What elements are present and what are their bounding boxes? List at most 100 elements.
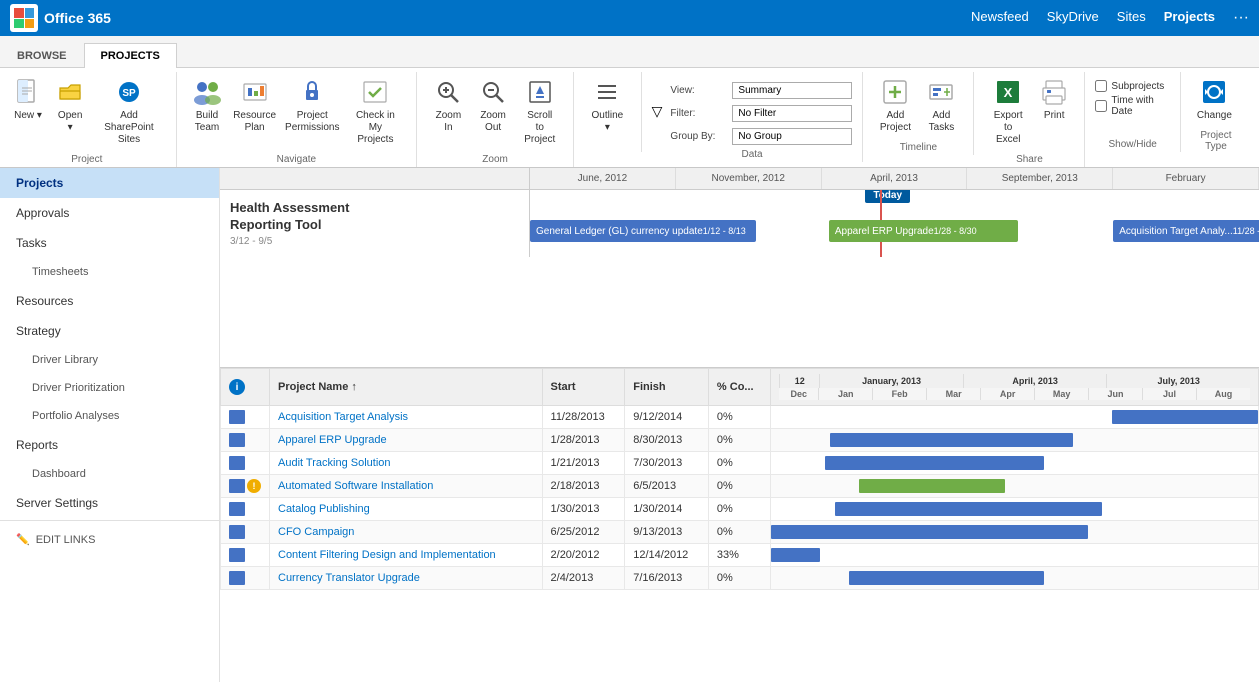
row-name-cell[interactable]: Currency Translator Upgrade (270, 567, 543, 590)
row-name-cell[interactable]: Acquisition Target Analysis (270, 406, 543, 429)
group-select[interactable]: No Group (732, 128, 852, 145)
project-link[interactable]: Currency Translator Upgrade (278, 572, 420, 584)
sidebar-item-portfolio-analyses[interactable]: Portfolio Analyses (0, 402, 219, 430)
ribbon-share-items: X Export toExcel Print (984, 72, 1074, 150)
col-project-name[interactable]: Project Name ↑ (270, 369, 543, 406)
nav-sites[interactable]: Sites (1117, 9, 1146, 27)
outline-button[interactable]: Outline ▾ (584, 72, 631, 138)
sidebar-separator (0, 520, 219, 521)
sidebar-item-driver-library[interactable]: Driver Library (0, 346, 219, 374)
add-sharepoint-button[interactable]: SP Add SharePointSites (92, 72, 165, 150)
nav-more[interactable]: ··· (1233, 9, 1249, 27)
project-link[interactable]: Acquisition Target Analysis (278, 411, 408, 423)
sidebar-item-approvals[interactable]: Approvals (0, 198, 219, 228)
col-finish[interactable]: Finish (625, 369, 709, 406)
project-link[interactable]: Audit Tracking Solution (278, 457, 391, 469)
sidebar-item-resources[interactable]: Resources (0, 286, 219, 316)
svg-text:X: X (1004, 85, 1013, 100)
project-link[interactable]: Automated Software Installation (278, 480, 433, 492)
col-start[interactable]: Start (542, 369, 625, 406)
gantt-bar-apparel[interactable]: Apparel ERP Upgrade1/28 - 8/30 (829, 220, 1019, 242)
zoom-in-button[interactable]: ZoomIn (427, 72, 470, 138)
gantt-mini-bar (825, 456, 1044, 470)
ribbon-group-outline: Outline ▾ (574, 72, 642, 152)
scroll-to-button[interactable]: Scroll toProject (516, 72, 563, 150)
row-finish-cell: 9/12/2014 (625, 406, 709, 429)
sidebar-item-tasks[interactable]: Tasks (0, 228, 219, 258)
row-gantt-cell (771, 521, 1259, 544)
project-icon (229, 433, 245, 447)
scroll-to-label: Scroll toProject (522, 110, 557, 146)
view-dropdown-row: View: Summary (670, 82, 852, 99)
tab-projects[interactable]: PROJECTS (84, 43, 177, 68)
ribbon-project-items: New ▾ Open ▾ SP Add SharePointSites (8, 72, 166, 150)
row-icon-cell (221, 567, 270, 590)
gantt-bar-gl[interactable]: General Ledger (GL) currency update1/12 … (530, 220, 756, 242)
time-with-date-label: Time with Date (1111, 95, 1169, 117)
row-name-cell[interactable]: CFO Campaign (270, 521, 543, 544)
project-icon (229, 502, 245, 516)
row-icon-cell (221, 429, 270, 452)
office-logo-icon (10, 4, 38, 32)
table-row: Currency Translator Upgrade2/4/20137/16/… (221, 567, 1259, 590)
project-icon (229, 410, 245, 424)
tab-browse[interactable]: BROWSE (0, 43, 84, 68)
sidebar-item-server-settings[interactable]: Server Settings (0, 488, 219, 518)
open-button[interactable]: Open ▾ (50, 72, 90, 138)
row-icon-cell (221, 521, 270, 544)
project-link[interactable]: CFO Campaign (278, 526, 354, 538)
project-link[interactable]: Apparel ERP Upgrade (278, 434, 387, 446)
row-name-cell[interactable]: Automated Software Installation (270, 475, 543, 498)
gantt-subtitle: 3/12 - 9/5 (230, 236, 519, 247)
project-link[interactable]: Catalog Publishing (278, 503, 370, 515)
sidebar-item-dashboard[interactable]: Dashboard (0, 460, 219, 488)
resource-plan-button[interactable]: ResourcePlan (229, 72, 279, 138)
time-with-date-checkbox[interactable] (1095, 100, 1107, 112)
project-permissions-button[interactable]: ProjectPermissions (282, 72, 343, 138)
view-select[interactable]: Summary (732, 82, 852, 99)
project-group-label: Project (8, 150, 166, 167)
row-name-cell[interactable]: Audit Tracking Solution (270, 452, 543, 475)
sidebar-item-timesheets[interactable]: Timesheets (0, 258, 219, 286)
sidebar-item-projects[interactable]: Projects (0, 168, 219, 198)
gantt-months: June, 2012 November, 2012 April, 2013 Se… (530, 168, 1259, 189)
subprojects-label: Subprojects (1111, 81, 1164, 92)
check-in-button[interactable]: Check in MyProjects (345, 72, 406, 150)
office-logo[interactable]: Office 365 (10, 4, 111, 32)
row-start-cell: 6/25/2012 (542, 521, 625, 544)
print-button[interactable]: Print (1034, 72, 1074, 126)
warning-icon: ! (247, 479, 261, 493)
content-area: June, 2012 November, 2012 April, 2013 Se… (220, 168, 1259, 682)
edit-links[interactable]: ✏️ EDIT LINKS (0, 523, 219, 556)
row-name-cell[interactable]: Content Filtering Design and Implementat… (270, 544, 543, 567)
gantt-timeline-header: June, 2012 November, 2012 April, 2013 Se… (220, 168, 1259, 190)
nav-skydrive[interactable]: SkyDrive (1047, 9, 1099, 27)
zoom-out-button[interactable]: ZoomOut (472, 72, 515, 138)
row-name-cell[interactable]: Catalog Publishing (270, 498, 543, 521)
permissions-icon (296, 76, 328, 108)
nav-newsfeed[interactable]: Newsfeed (971, 9, 1029, 27)
sidebar-item-driver-prioritization[interactable]: Driver Prioritization (0, 374, 219, 402)
export-excel-button[interactable]: X Export toExcel (984, 72, 1032, 150)
new-label: New ▾ (14, 110, 42, 122)
new-button[interactable]: New ▾ (8, 72, 48, 126)
col-pct[interactable]: % Co... (708, 369, 770, 406)
sidebar-item-strategy[interactable]: Strategy (0, 316, 219, 346)
change-button[interactable]: Change (1191, 72, 1238, 126)
gantt-bar-acquisition[interactable]: Acquisition Target Analy...11/28 - 9/12 (1113, 220, 1259, 242)
add-project-button[interactable]: AddProject (873, 72, 917, 138)
project-link[interactable]: Content Filtering Design and Implementat… (278, 549, 496, 561)
ribbon-group-data: ▽ View: Summary Filter: No Filter Group … (642, 72, 864, 162)
filter-select[interactable]: No Filter (732, 105, 852, 122)
export-excel-label: Export toExcel (990, 110, 1026, 146)
add-tasks-label: AddTasks (929, 110, 955, 134)
add-tasks-button[interactable]: AddTasks (919, 72, 963, 138)
row-icon-cell (221, 406, 270, 429)
ribbon-group-timeline: AddProject AddTasks Timeline (863, 72, 974, 155)
row-name-cell[interactable]: Apparel ERP Upgrade (270, 429, 543, 452)
subprojects-checkbox[interactable] (1095, 80, 1107, 92)
print-icon (1038, 76, 1070, 108)
build-team-button[interactable]: BuildTeam (187, 72, 228, 138)
nav-projects[interactable]: Projects (1164, 9, 1215, 27)
sidebar-item-reports[interactable]: Reports (0, 430, 219, 460)
